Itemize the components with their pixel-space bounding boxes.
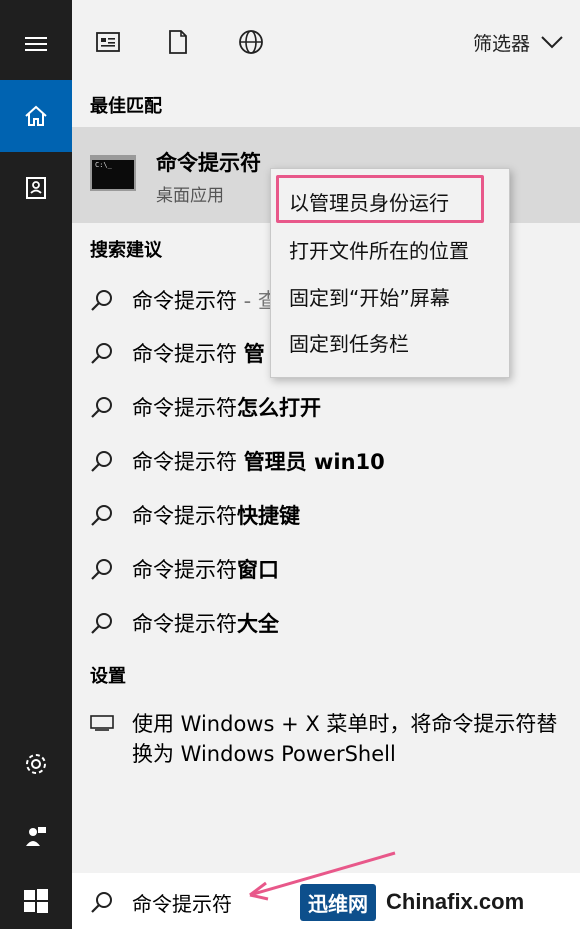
- search-icon: [91, 290, 112, 311]
- suggestion-item[interactable]: 命令提示符怎么打开: [72, 382, 580, 432]
- apps-filter-button[interactable]: [94, 28, 122, 56]
- suggestion-item[interactable]: 命令提示符窗口: [72, 544, 580, 594]
- filter-toolbar: 筛选器: [72, 0, 580, 82]
- command-prompt-icon: C:\_: [90, 155, 136, 191]
- suggestion-completion: 窗口: [237, 558, 279, 582]
- search-icon: [91, 892, 112, 913]
- suggestions-heading: 搜索建议: [90, 240, 162, 261]
- search-icon: [91, 613, 112, 634]
- hamburger-icon: [25, 37, 47, 51]
- menu-item-pin-to-taskbar[interactable]: 固定到任务栏: [289, 328, 409, 357]
- home-button[interactable]: [0, 80, 72, 152]
- chevron-down-icon: [541, 36, 563, 49]
- settings-heading: 设置: [90, 666, 126, 687]
- suggestion-query: 命令提示符: [132, 504, 237, 528]
- suggestion-text: 命令提示符怎么打开: [132, 392, 321, 422]
- globe-icon: [239, 30, 263, 54]
- search-icon: [91, 505, 112, 526]
- menu-item-open-file-location[interactable]: 打开文件所在的位置: [289, 235, 469, 264]
- search-results-panel: 筛选器 最佳匹配 C:\_ 命令提示符 桌面应用 搜索建议 命令提示符 - 查命…: [72, 0, 580, 929]
- hamburger-menu-button[interactable]: [0, 8, 72, 80]
- filter-label: 筛选器: [472, 32, 530, 55]
- search-icon: [91, 397, 112, 418]
- left-rail: [0, 0, 72, 929]
- gear-icon: [26, 754, 46, 774]
- menu-item-pin-to-start[interactable]: 固定到“开始”屏幕: [289, 282, 450, 311]
- search-input[interactable]: 命令提示符: [132, 888, 232, 917]
- document-icon: [169, 30, 187, 54]
- suggestion-query: 命令提示符: [132, 396, 237, 420]
- display-icon: [90, 715, 114, 731]
- setting-item[interactable]: 使用 Windows + X 菜单时，将命令提示符替换为 Windows Pow…: [72, 705, 580, 775]
- web-filter-button[interactable]: [237, 28, 265, 56]
- search-icon: [91, 451, 112, 472]
- suggestion-text: 命令提示符 管理员 win10: [132, 446, 385, 476]
- search-icon: [91, 559, 112, 580]
- suggestion-query: 命令提示符: [132, 450, 244, 474]
- suggestion-item[interactable]: 命令提示符 管理员 win10: [72, 436, 580, 486]
- context-menu: 以管理员身份运行 打开文件所在的位置 固定到“开始”屏幕 固定到任务栏: [270, 168, 510, 378]
- watermark-site: Chinafix.com: [386, 889, 525, 914]
- suggestion-text: 命令提示符窗口: [132, 554, 279, 584]
- suggestion-completion: 管: [243, 342, 265, 366]
- settings-button[interactable]: [0, 728, 72, 800]
- windows-logo-icon: [24, 889, 48, 913]
- notebook-button[interactable]: [0, 152, 72, 224]
- suggestion-completion: 怎么打开: [237, 396, 321, 420]
- best-match-name: 命令提示符: [156, 151, 261, 175]
- suggestion-completion: 管理员 win10: [243, 450, 385, 474]
- start-button[interactable]: [0, 873, 72, 929]
- filter-dropdown[interactable]: 筛选器: [473, 28, 564, 56]
- setting-item-label: 使用 Windows + X 菜单时，将命令提示符替换为 Windows Pow…: [132, 712, 558, 766]
- notebook-icon: [26, 177, 46, 199]
- menu-item-run-as-admin[interactable]: 以管理员身份运行: [289, 187, 449, 216]
- watermark-badge: 迅维网: [300, 883, 376, 921]
- suggestion-query: 命令提示符: [132, 612, 237, 636]
- suggestion-query: 命令提示符: [132, 342, 244, 366]
- watermark: 迅维网 Chinafix.com: [300, 882, 580, 922]
- search-icon: [91, 343, 112, 364]
- suggestion-item[interactable]: 命令提示符大全: [72, 598, 580, 648]
- suggestion-query: 命令提示符: [132, 289, 237, 313]
- home-icon: [25, 105, 47, 126]
- suggestion-text: 命令提示符快捷键: [132, 500, 300, 530]
- suggestion-completion: 大全: [237, 612, 279, 636]
- command-prompt-icon-text: C:\_: [95, 161, 112, 169]
- documents-filter-button[interactable]: [164, 28, 192, 56]
- feedback-button[interactable]: [0, 800, 72, 872]
- suggestion-completion: 快捷键: [237, 504, 300, 528]
- suggestion-text: 命令提示符 管: [132, 338, 265, 368]
- suggestion-text: 命令提示符大全: [132, 608, 279, 638]
- suggestion-text: 命令提示符 - 查: [132, 285, 279, 315]
- best-match-heading: 最佳匹配: [90, 96, 162, 117]
- best-match-type: 桌面应用: [156, 186, 224, 206]
- apps-icon: [96, 32, 120, 52]
- person-feedback-icon: [26, 827, 46, 846]
- suggestion-item[interactable]: 命令提示符快捷键: [72, 490, 580, 540]
- suggestion-query: 命令提示符: [132, 558, 237, 582]
